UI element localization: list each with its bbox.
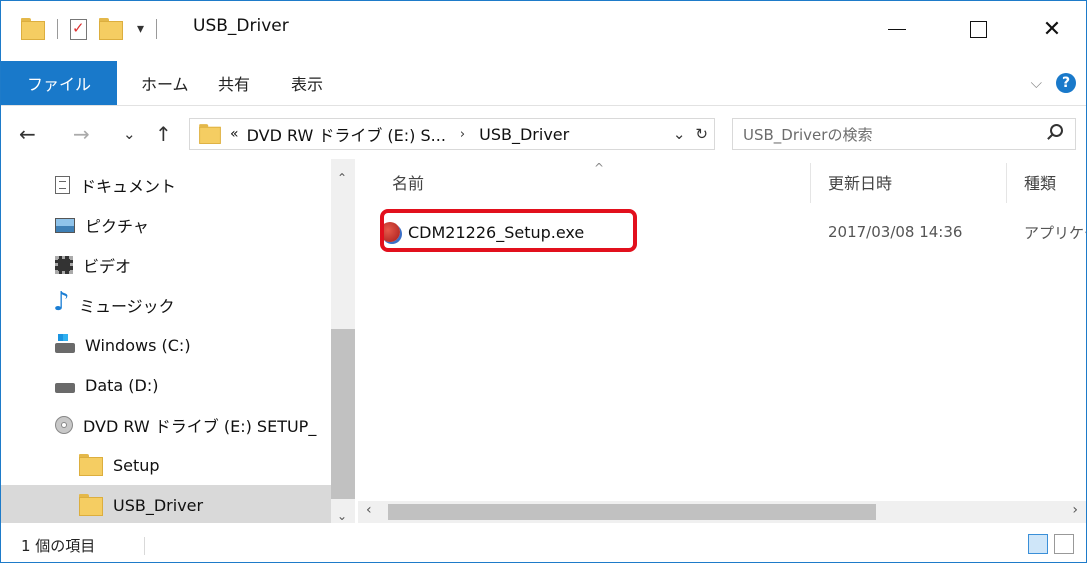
up-arrow-icon[interactable]: ↑ xyxy=(155,111,172,157)
close-icon: ✕ xyxy=(1042,16,1062,42)
sidebar-item-label: Data (D:) xyxy=(85,375,159,395)
highlight-annotation xyxy=(380,209,637,252)
column-header-type[interactable]: 種類 xyxy=(1024,159,1056,205)
column-header-modified[interactable]: 更新日時 xyxy=(828,159,892,205)
toolbar-divider xyxy=(57,19,58,39)
music-icon xyxy=(53,287,70,317)
column-divider[interactable] xyxy=(810,163,811,203)
pictures-icon xyxy=(55,217,75,233)
view-toggle xyxy=(1028,534,1074,554)
close-button[interactable]: ✕ xyxy=(1023,1,1081,57)
sidebar-item-label: ミュージック xyxy=(79,297,175,316)
file-list: ^ 名前 更新日時 種類 CDM21226_Setup.exe 2017/03/… xyxy=(358,159,1086,501)
breadcrumb-overflow[interactable]: « xyxy=(230,126,239,142)
column-header-name[interactable]: 名前 xyxy=(392,159,424,205)
dvd-drive-icon xyxy=(55,416,73,434)
ribbon-controls: ⌵ ? xyxy=(1031,61,1076,105)
sidebar-item-label: DVD RW ドライブ (E:) SETUP_ xyxy=(83,417,317,436)
scroll-up-icon[interactable]: ⌃ xyxy=(337,171,347,185)
horizontal-scroll-thumb[interactable] xyxy=(388,504,876,520)
sidebar-item-label: Setup xyxy=(113,455,160,475)
minimize-button[interactable] xyxy=(868,1,926,57)
large-icons-view-icon[interactable] xyxy=(1054,534,1074,554)
horizontal-scrollbar[interactable]: ‹ › xyxy=(358,501,1086,523)
drive-icon xyxy=(55,383,75,393)
details-view-icon[interactable] xyxy=(1028,534,1048,554)
navigation-bar: ← → ⌄ ↑ « DVD RW ドライブ (E:) S... › USB_Dr… xyxy=(1,111,1086,157)
sidebar-item-label: ビデオ xyxy=(83,257,132,276)
ribbon-divider xyxy=(1,105,1086,106)
maximize-icon xyxy=(969,20,987,38)
sort-ascending-icon: ^ xyxy=(594,161,605,175)
breadcrumb-dvd-drive[interactable]: DVD RW ドライブ (E:) S... xyxy=(247,122,446,146)
sidebar-item-data-d[interactable]: Data (D:) xyxy=(1,365,331,405)
navigation-pane: ドキュメント ピクチャ ビデオ ミュージック Windows (C:) Data… xyxy=(1,159,331,523)
new-folder-icon[interactable] xyxy=(99,18,123,40)
video-icon xyxy=(55,256,73,274)
sidebar-item-label: ピクチャ xyxy=(85,217,149,236)
toolbar-divider xyxy=(156,19,158,39)
breadcrumb-usb-driver[interactable]: USB_Driver xyxy=(479,125,569,144)
sidebar-item-label: Windows (C:) xyxy=(85,335,191,355)
folder-icon xyxy=(79,494,103,516)
scroll-right-icon[interactable]: › xyxy=(1072,502,1078,518)
back-arrow-icon[interactable]: ← xyxy=(19,111,36,157)
column-divider[interactable] xyxy=(1006,163,1007,203)
sidebar-item-usb-driver[interactable]: USB_Driver xyxy=(1,485,331,523)
tab-home[interactable]: ホーム xyxy=(141,61,189,105)
status-divider xyxy=(144,537,145,555)
title-bar: ▾ USB_Driver ✕ xyxy=(1,1,1086,57)
minimize-icon xyxy=(888,28,906,30)
customize-toolbar-chevron-icon[interactable]: ▾ xyxy=(137,21,144,37)
sidebar-item-label: USB_Driver xyxy=(113,495,204,515)
tab-share[interactable]: 共有 xyxy=(218,61,250,105)
sidebar-item-windows-c[interactable]: Windows (C:) xyxy=(1,325,331,365)
explorer-window: ▾ USB_Driver ✕ ファイル ホーム 共有 表示 ⌵ ? ← → ⌄ … xyxy=(0,0,1087,563)
sidebar-item-documents[interactable]: ドキュメント xyxy=(1,165,331,205)
sidebar-scroll-thumb[interactable] xyxy=(331,329,355,499)
search-input[interactable] xyxy=(741,124,1025,146)
tab-file[interactable]: ファイル xyxy=(1,61,117,105)
windows-drive-icon xyxy=(55,334,75,353)
help-icon[interactable]: ? xyxy=(1056,73,1076,93)
folder-icon xyxy=(199,124,221,144)
scroll-down-icon[interactable]: ⌄ xyxy=(337,509,347,523)
item-count: 1 個の項目 xyxy=(21,537,96,555)
sidebar-item-setup[interactable]: Setup xyxy=(1,445,331,485)
search-box[interactable] xyxy=(732,118,1076,150)
document-icon xyxy=(55,176,70,194)
folder-icon[interactable] xyxy=(21,18,45,40)
recent-locations-icon[interactable]: ⌄ xyxy=(123,111,136,157)
properties-icon[interactable] xyxy=(70,18,87,40)
address-dropdown-icon[interactable]: ⌄ xyxy=(673,125,686,143)
sidebar-item-music[interactable]: ミュージック xyxy=(1,285,331,325)
sidebar-item-pictures[interactable]: ピクチャ xyxy=(1,205,331,245)
sidebar-item-videos[interactable]: ビデオ xyxy=(1,245,331,285)
maximize-button[interactable] xyxy=(949,1,1007,57)
folder-icon xyxy=(79,454,103,476)
scroll-left-icon[interactable]: ‹ xyxy=(366,502,372,518)
address-actions: ⌄ ↻ xyxy=(673,119,708,149)
quick-access-toolbar: ▾ xyxy=(21,15,169,43)
sidebar-item-dvd-e[interactable]: DVD RW ドライブ (E:) SETUP_ xyxy=(1,405,331,445)
tab-view[interactable]: 表示 xyxy=(291,61,323,105)
forward-arrow-icon[interactable]: → xyxy=(73,111,90,157)
search-icon[interactable] xyxy=(1050,124,1063,137)
ribbon-tabs: ファイル ホーム 共有 表示 ⌵ ? xyxy=(1,61,1086,105)
status-bar: 1 個の項目 xyxy=(1,529,1086,562)
breadcrumb-separator-icon[interactable]: › xyxy=(460,127,465,142)
sidebar-item-label: ドキュメント xyxy=(80,177,177,196)
address-bar[interactable]: « DVD RW ドライブ (E:) S... › USB_Driver ⌄ ↻ xyxy=(189,118,715,150)
window-title: USB_Driver xyxy=(193,16,289,36)
file-type: アプリケー xyxy=(1024,223,1086,242)
sidebar-scrollbar[interactable]: ⌃ ⌄ xyxy=(331,159,355,523)
file-modified: 2017/03/08 14:36 xyxy=(828,223,963,241)
expand-ribbon-icon[interactable]: ⌵ xyxy=(1031,74,1042,92)
refresh-icon[interactable]: ↻ xyxy=(695,125,708,143)
